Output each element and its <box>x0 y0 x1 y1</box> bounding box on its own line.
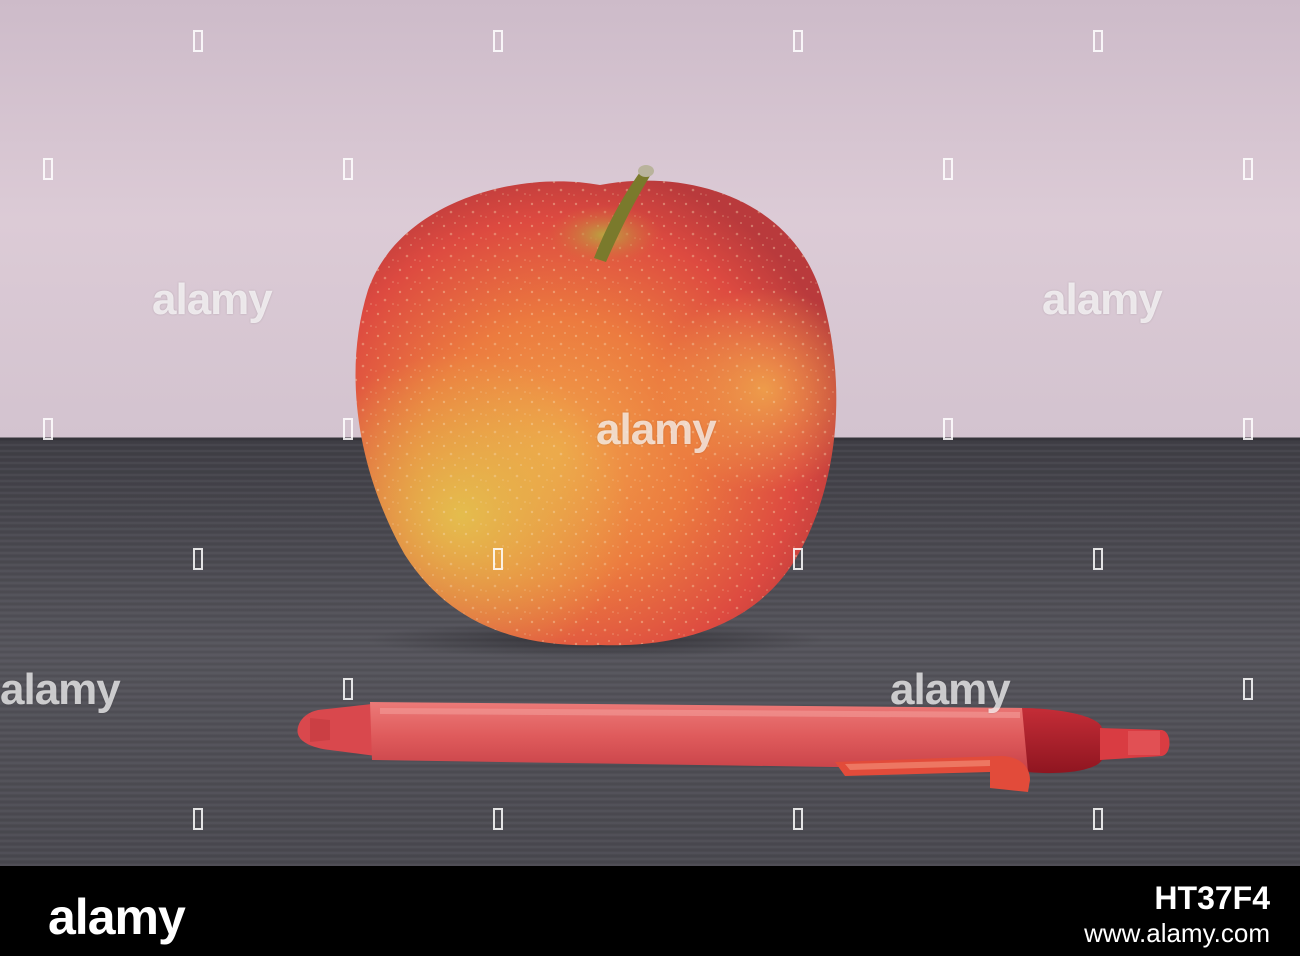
image-id: HT37F4 <box>1154 880 1270 916</box>
photo-scene <box>0 0 1300 866</box>
footer-logo: alamy <box>48 889 186 945</box>
stock-photo: alamy alamy alamy alamy alamy alamy HT37… <box>0 0 1300 956</box>
apple <box>355 165 837 646</box>
site-url: www.alamy.com <box>1084 918 1270 948</box>
